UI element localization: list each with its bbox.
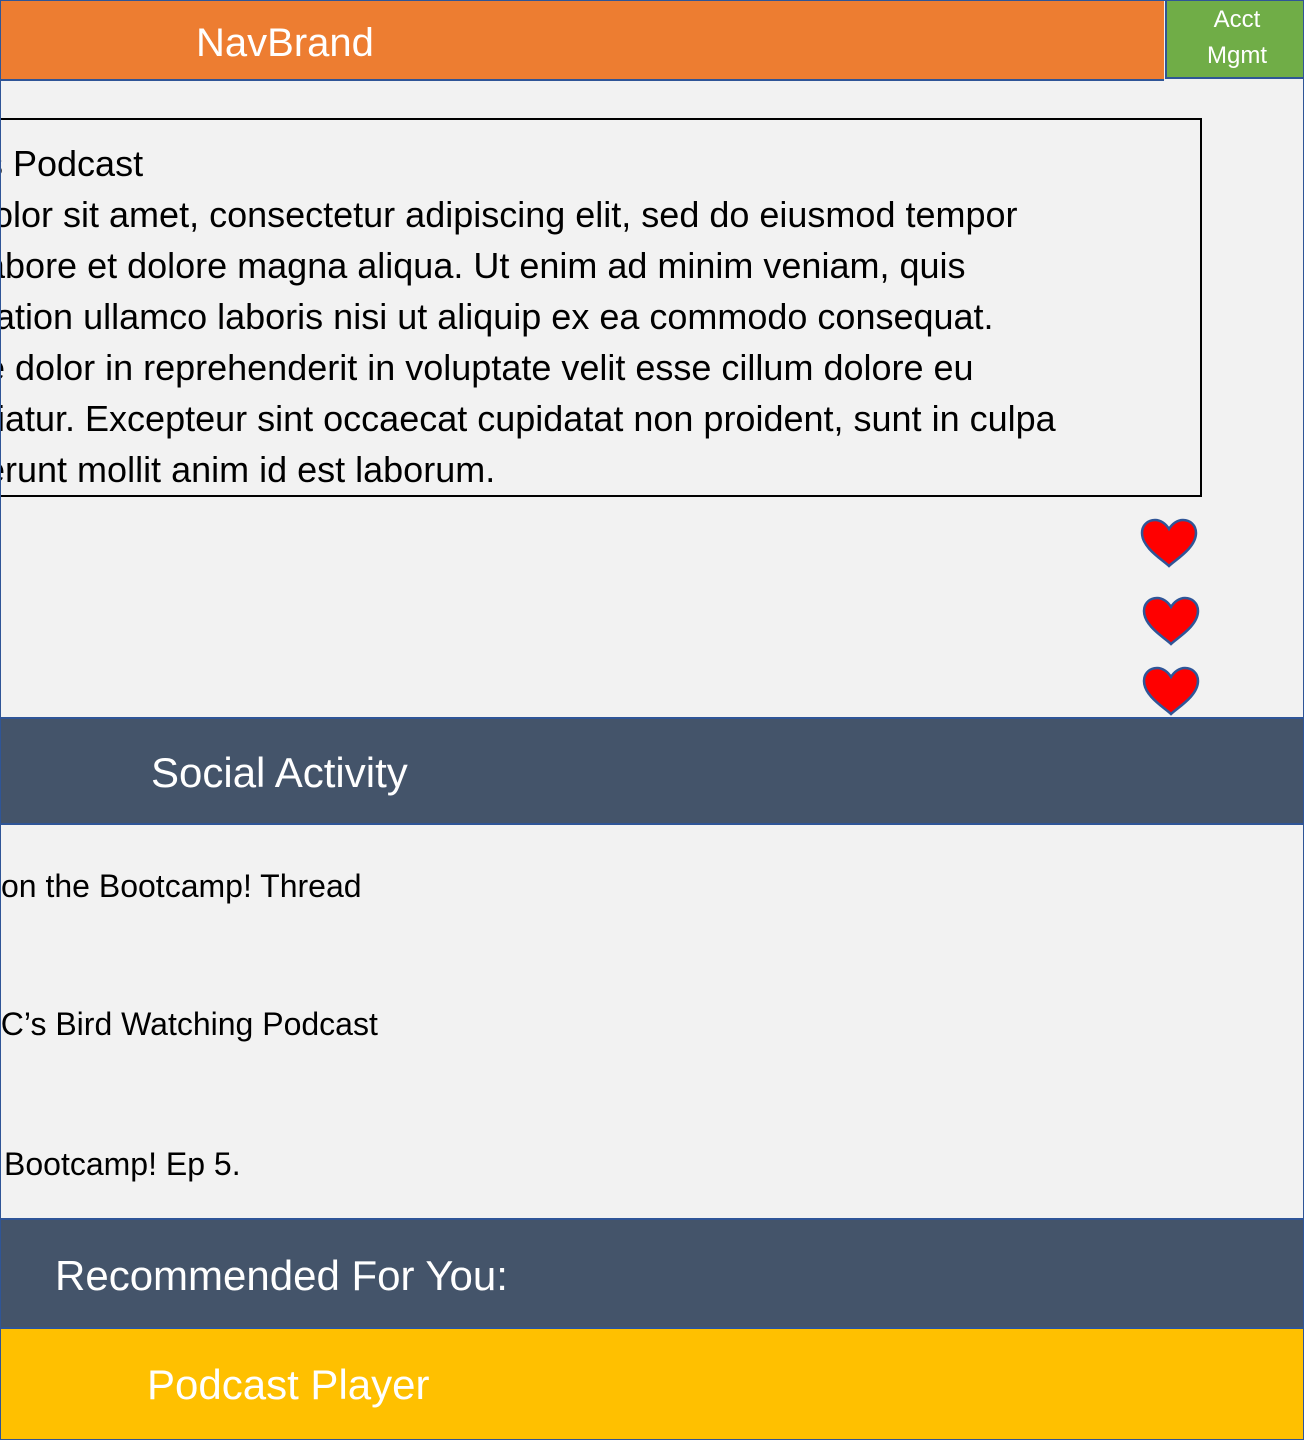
- acct-label-line1: Acct: [1213, 6, 1261, 33]
- activity-item[interactable]: Bootcamp! Ep 5.: [4, 1145, 241, 1183]
- description-line: riatur. Excepteur sint occaecat cupidata…: [0, 398, 1056, 439]
- heart-icon[interactable]: [1139, 517, 1199, 569]
- activity-item[interactable]: 3C’s Bird Watching Podcast: [1, 1005, 378, 1043]
- heart-icon[interactable]: [1141, 665, 1201, 717]
- page-frame: NavBrand Acct Mgmt s Podcast lolor sit a…: [0, 0, 1304, 1440]
- recommended-title: Recommended For You:: [55, 1252, 508, 1299]
- acct-label-line2: Mgmt: [1207, 42, 1267, 69]
- heart-icon[interactable]: [1141, 595, 1201, 647]
- account-management-button[interactable]: Acct Mgmt: [1165, 1, 1303, 79]
- recommended-header: Recommended For You:: [1, 1218, 1303, 1329]
- podcast-title: s Podcast: [0, 143, 144, 184]
- social-activity-header: Social Activity: [1, 717, 1303, 825]
- description-line: lolor sit amet, consectetur adipiscing e…: [0, 194, 1018, 235]
- podcast-description-text: s Podcast lolor sit amet, consectetur ad…: [0, 138, 1200, 495]
- social-activity-title: Social Activity: [151, 749, 408, 796]
- description-line: abore et dolore magna aliqua. Ut enim ad…: [0, 245, 966, 286]
- description-line: erunt mollit anim id est laborum.: [0, 449, 496, 490]
- description-line: tation ullamco laboris nisi ut aliquip e…: [0, 296, 994, 337]
- activity-item[interactable]: on the Bootcamp! Thread: [1, 867, 362, 905]
- podcast-player[interactable]: Podcast Player: [1, 1329, 1303, 1439]
- nav-brand[interactable]: NavBrand: [196, 21, 374, 65]
- podcast-player-title: Podcast Player: [147, 1361, 430, 1408]
- like-buttons: [1139, 517, 1203, 717]
- description-line: e dolor in reprehenderit in voluptate ve…: [0, 347, 974, 388]
- social-activity-list: on the Bootcamp! Thread 3C’s Bird Watchi…: [1, 825, 1303, 1218]
- podcast-description-box: s Podcast lolor sit amet, consectetur ad…: [0, 118, 1202, 497]
- navbar: NavBrand: [1, 1, 1164, 81]
